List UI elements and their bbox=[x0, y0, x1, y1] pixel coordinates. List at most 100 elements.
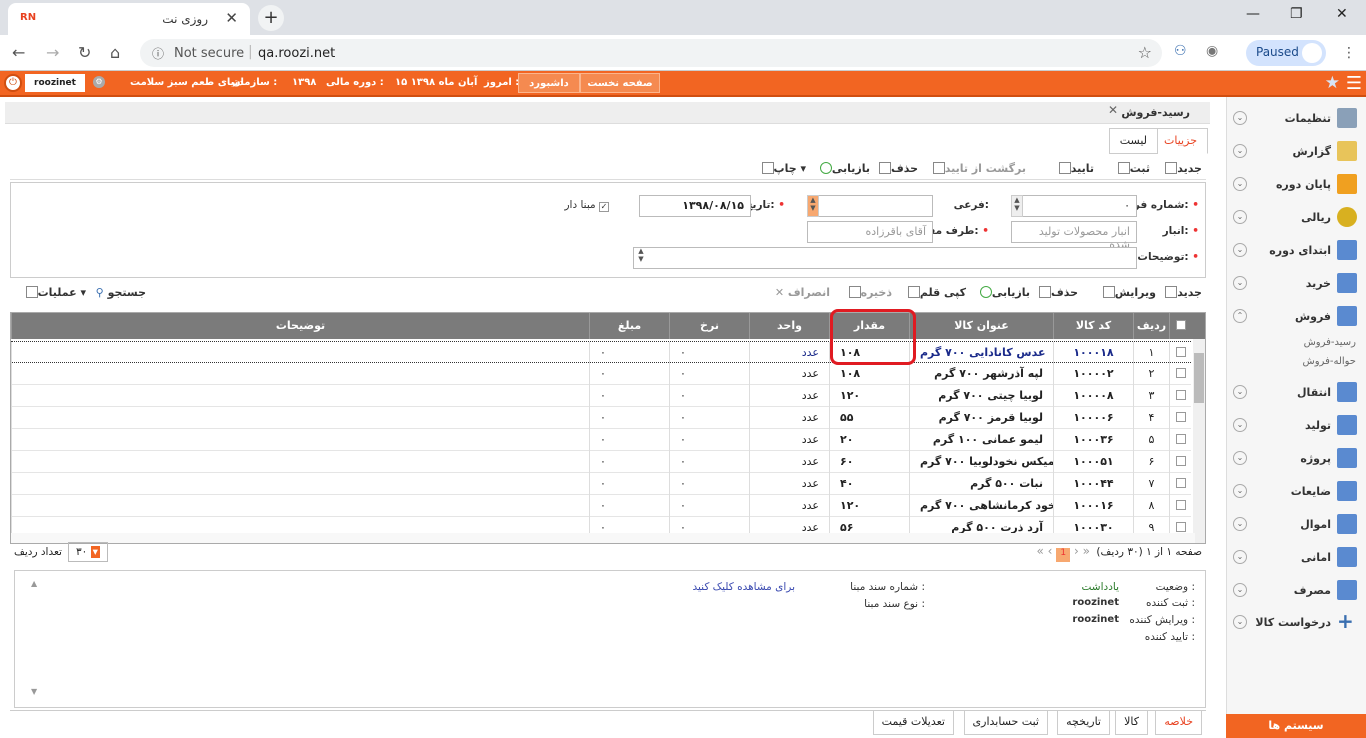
table-row[interactable]: ۸ ۱۰۰۰۱۶ نخود کرمانشاهی ۷۰۰ گرم ۱۲۰ عدد ۰ ۰ bbox=[11, 495, 1191, 517]
grid-delete-button[interactable]: حذف bbox=[1036, 286, 1078, 299]
cell-title[interactable]: نخود کرمانشاهی ۷۰۰ گرم bbox=[909, 495, 1053, 517]
party-field[interactable]: آقای باقرزاده bbox=[807, 221, 933, 243]
cell-code[interactable]: ۱۰۰۰۱۶ bbox=[1053, 495, 1133, 517]
cell-amount[interactable]: ۰ bbox=[589, 495, 669, 517]
sidebar-item-settings[interactable]: ⌄ تنظیمات bbox=[1229, 103, 1365, 133]
cell-qty[interactable]: ۱۰۸ bbox=[829, 363, 909, 385]
cell-row[interactable]: ۲ bbox=[1133, 363, 1169, 385]
forward-icon[interactable]: → bbox=[46, 43, 59, 62]
url-text[interactable]: qa.roozi.net bbox=[258, 46, 335, 61]
cell-row[interactable]: ۱ bbox=[1133, 342, 1169, 364]
checkbox-icon[interactable] bbox=[1175, 390, 1186, 400]
row-checkbox[interactable] bbox=[1169, 342, 1191, 364]
checkbox-icon[interactable] bbox=[1175, 434, 1186, 444]
cell-amount[interactable]: ۰ bbox=[589, 451, 669, 473]
chevron-down-icon[interactable]: ⌄ bbox=[1233, 517, 1247, 531]
delete-button[interactable]: حذف bbox=[876, 162, 918, 175]
cell-row[interactable]: ۷ bbox=[1133, 473, 1169, 495]
dashboard-button[interactable]: داشبورد bbox=[518, 73, 580, 93]
row-checkbox[interactable] bbox=[1169, 363, 1191, 385]
cell-title[interactable]: لوبیا چیتی ۷۰۰ گرم bbox=[909, 385, 1053, 407]
sidebar-item-period-end[interactable]: ⌄ پایان دوره bbox=[1229, 169, 1365, 199]
scroll-down-icon[interactable]: ▼ bbox=[31, 687, 37, 696]
tab-history[interactable]: تاریخچه bbox=[1057, 711, 1110, 735]
cell-code[interactable]: ۱۰۰۰۳۶ bbox=[1053, 429, 1133, 451]
info-icon[interactable]: ⓘ bbox=[152, 45, 164, 62]
form-no-field[interactable]: ۰ bbox=[1011, 195, 1137, 217]
cell-qty[interactable]: ۵۵ bbox=[829, 407, 909, 429]
cell-desc[interactable] bbox=[11, 385, 589, 407]
cell-unit[interactable]: عدد bbox=[749, 429, 829, 451]
minimize-button[interactable]: — bbox=[1246, 6, 1260, 22]
cell-desc[interactable] bbox=[11, 407, 589, 429]
cell-unit[interactable]: عدد bbox=[749, 342, 829, 364]
chevron-down-icon[interactable]: ⌄ bbox=[1233, 276, 1247, 290]
row-checkbox[interactable] bbox=[1169, 451, 1191, 473]
grid-new-button[interactable]: جدید bbox=[1162, 286, 1202, 299]
home-page-button[interactable]: صفحه نخست bbox=[580, 73, 660, 93]
cell-unit[interactable]: عدد bbox=[749, 495, 829, 517]
new-tab-button[interactable]: + bbox=[258, 5, 284, 31]
cell-code[interactable]: ۱۰۰۰۱۸ bbox=[1053, 342, 1133, 364]
cell-qty[interactable]: ۱۲۰ bbox=[829, 385, 909, 407]
chevron-down-icon[interactable]: ⌄ bbox=[1233, 583, 1247, 597]
tab-goods[interactable]: کالا bbox=[1115, 711, 1148, 735]
cell-row[interactable]: ۳ bbox=[1133, 385, 1169, 407]
table-row[interactable]: ۲ ۱۰۰۰۰۲ لپه آذرشهر ۷۰۰ گرم ۱۰۸ عدد ۰ ۰ bbox=[11, 363, 1191, 385]
checkbox-icon[interactable] bbox=[1175, 412, 1186, 422]
cell-rate[interactable]: ۰ bbox=[669, 385, 749, 407]
cell-rate[interactable]: ۰ bbox=[669, 495, 749, 517]
sub-field[interactable] bbox=[807, 195, 933, 217]
cell-unit[interactable]: عدد bbox=[749, 407, 829, 429]
header-row[interactable]: ردیف bbox=[1133, 313, 1169, 339]
cell-row[interactable]: ۴ bbox=[1133, 407, 1169, 429]
cell-rate[interactable]: ۰ bbox=[669, 429, 749, 451]
tab-details[interactable]: جزییات bbox=[1153, 128, 1208, 154]
header-title[interactable]: عنوان کالا bbox=[909, 313, 1053, 339]
table-row[interactable]: ۷ ۱۰۰۰۴۴ نبات ۵۰۰ گرم ۴۰ عدد ۰ ۰ bbox=[11, 473, 1191, 495]
chevron-down-icon[interactable]: ⌄ bbox=[1233, 550, 1247, 564]
cell-amount[interactable]: ۰ bbox=[589, 363, 669, 385]
tab-price-adjustments[interactable]: تعدیلات قیمت bbox=[872, 711, 954, 735]
copy-item-button[interactable]: کپی قلم bbox=[905, 286, 966, 299]
grid-refresh-button[interactable]: بازیابی bbox=[977, 286, 1030, 299]
tab-accounting[interactable]: ثبت حسابداری bbox=[963, 711, 1048, 735]
grid-save-button[interactable]: ذخیره bbox=[846, 286, 892, 299]
home-icon[interactable]: ⌂ bbox=[110, 43, 120, 62]
browser-tab[interactable]: RN روزی نت ✕ bbox=[8, 3, 250, 35]
sidebar-item-goods-request[interactable]: ⌄ درخواست کالا + bbox=[1229, 607, 1365, 637]
sidebar-subitem-sales-receipt[interactable]: رسید-فروش bbox=[1304, 337, 1356, 348]
sidebar-item-rial[interactable]: ⌄ ریالی bbox=[1229, 202, 1365, 232]
sidebar-item-waste[interactable]: ⌄ ضایعات bbox=[1229, 476, 1365, 506]
table-row[interactable]: ۱ ۱۰۰۰۱۸ عدس کانادایی ۷۰۰ گرم ۱۰۸ عدد ۰ ۰ bbox=[11, 341, 1191, 364]
scroll-up-icon[interactable]: ▲ bbox=[31, 579, 37, 588]
sidebar-item-sales[interactable]: ⌃ فروش bbox=[1229, 301, 1365, 331]
cell-rate[interactable]: ۰ bbox=[669, 407, 749, 429]
systems-button[interactable]: سیستم ها bbox=[1226, 714, 1366, 738]
sub-stepper[interactable]: ▲ ▼ bbox=[807, 195, 819, 217]
row-checkbox[interactable] bbox=[1169, 473, 1191, 495]
header-description[interactable]: توضیحات bbox=[11, 313, 589, 339]
cell-unit[interactable]: عدد bbox=[749, 451, 829, 473]
sidebar-item-report[interactable]: ⌄ گزارش bbox=[1229, 136, 1365, 166]
username-field[interactable]: roozinet bbox=[25, 74, 85, 92]
power-icon[interactable]: ⏻ bbox=[4, 74, 22, 92]
chevron-down-icon[interactable]: ⌄ bbox=[1233, 243, 1247, 257]
sidebar-subitem-sales-remittance[interactable]: حواله-فروش bbox=[1303, 356, 1356, 367]
tab-close-icon[interactable]: ✕ bbox=[225, 9, 238, 27]
base-link[interactable]: برای مشاهده کلیک کنید bbox=[693, 581, 796, 593]
reload-icon[interactable]: ↻ bbox=[78, 43, 91, 62]
extension-eye-icon[interactable]: ◉ bbox=[1206, 43, 1218, 59]
cell-row[interactable]: ۵ bbox=[1133, 429, 1169, 451]
grid-vertical-scrollbar[interactable] bbox=[1193, 339, 1205, 543]
cell-title[interactable]: میکس نخودلوبیا ۷۰۰ گرم bbox=[909, 451, 1053, 473]
grid-edit-button[interactable]: ویرایش bbox=[1100, 286, 1156, 299]
cell-unit[interactable]: عدد bbox=[749, 473, 829, 495]
checkbox-icon[interactable] bbox=[1175, 478, 1186, 488]
favorites-star-icon[interactable]: ★ bbox=[1325, 73, 1340, 93]
checkbox-icon[interactable] bbox=[1175, 500, 1186, 510]
table-row[interactable]: ۶ ۱۰۰۰۵۱ میکس نخودلوبیا ۷۰۰ گرم ۶۰ عدد ۰ ۰ bbox=[11, 451, 1191, 473]
sidebar-item-transfer[interactable]: ⌄ انتقال bbox=[1229, 377, 1365, 407]
sidebar-item-production[interactable]: ⌄ تولید bbox=[1229, 410, 1365, 440]
cell-qty[interactable]: ۲۰ bbox=[829, 429, 909, 451]
